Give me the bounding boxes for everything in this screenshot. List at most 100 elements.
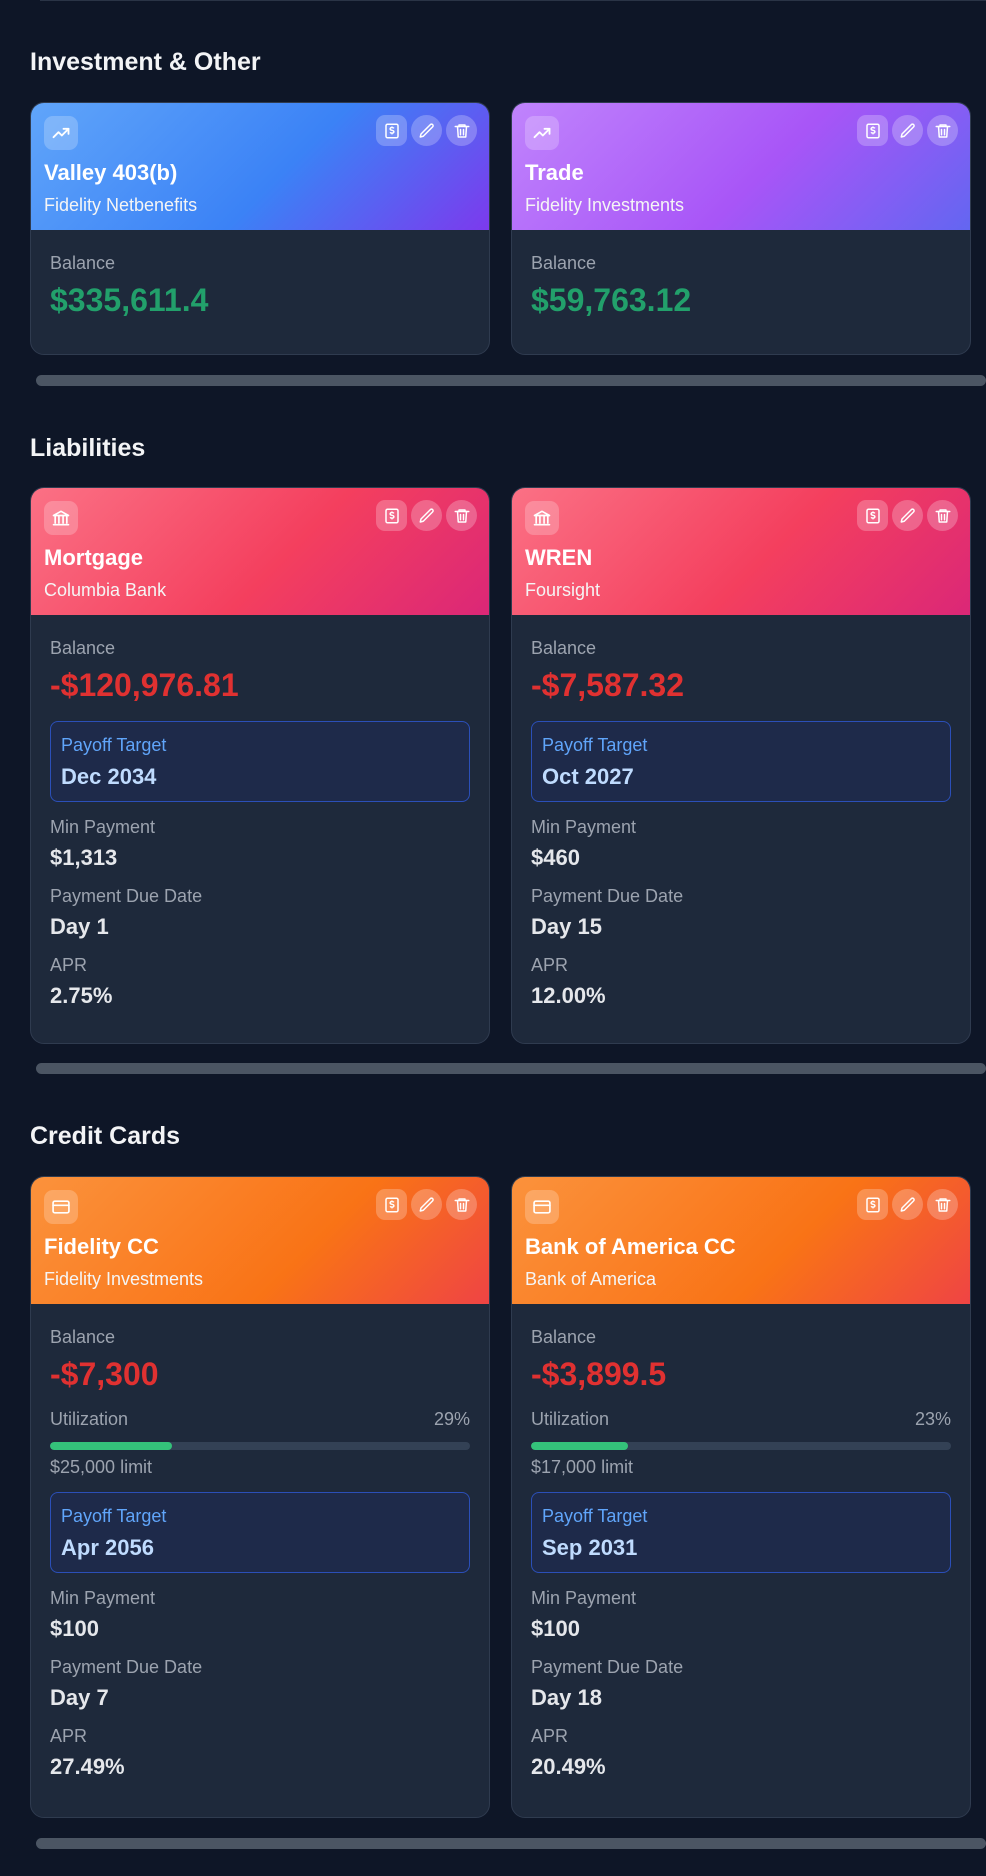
balance-label: Balance bbox=[531, 1327, 597, 1347]
credit-card-icon bbox=[525, 1190, 559, 1224]
apr-value: 12.00% bbox=[531, 983, 606, 1008]
due-date-value: Day 15 bbox=[531, 914, 602, 939]
account-institution: Fidelity Investments bbox=[44, 1269, 204, 1289]
payoff-label: Payoff Target bbox=[61, 735, 167, 755]
section-title: Credit Cards bbox=[30, 1122, 181, 1150]
payment-button[interactable] bbox=[376, 500, 407, 531]
min-payment-value: $100 bbox=[531, 1616, 580, 1641]
edit-button[interactable] bbox=[411, 1189, 442, 1220]
min-payment-value: $1,313 bbox=[50, 845, 118, 870]
payoff-label: Payoff Target bbox=[542, 735, 648, 755]
edit-button[interactable] bbox=[892, 115, 923, 146]
edit-button[interactable] bbox=[892, 500, 923, 531]
card-header: Valley 403(b) Fidelity Netbenefits bbox=[31, 103, 489, 230]
balance-value: -$7,587.32 bbox=[531, 667, 685, 703]
min-payment-value: $460 bbox=[531, 845, 580, 870]
payoff-label: Payoff Target bbox=[61, 1506, 167, 1526]
bank-icon bbox=[525, 501, 559, 535]
card-header: Trade Fidelity Investments bbox=[512, 103, 970, 230]
payment-button[interactable] bbox=[857, 1189, 888, 1220]
payoff-target: Payoff Target Apr 2056 bbox=[50, 1492, 470, 1573]
delete-button[interactable] bbox=[927, 500, 958, 531]
apr-label: APR bbox=[50, 1726, 88, 1746]
due-date-value: Day 18 bbox=[531, 1685, 602, 1710]
delete-button[interactable] bbox=[446, 115, 477, 146]
apr-label: APR bbox=[50, 955, 88, 975]
payment-button[interactable] bbox=[376, 1189, 407, 1220]
balance-value: -$7,300 bbox=[50, 1356, 159, 1392]
credit-card-icon bbox=[44, 1190, 78, 1224]
payment-button[interactable] bbox=[376, 115, 407, 146]
card-header: Bank of America CC Bank of America bbox=[512, 1177, 970, 1304]
due-date-value: Day 7 bbox=[50, 1685, 109, 1710]
balance-label: Balance bbox=[531, 253, 597, 273]
utilization-bar bbox=[50, 1442, 470, 1450]
delete-button[interactable] bbox=[446, 500, 477, 531]
utilization-bar-fill bbox=[50, 1442, 172, 1450]
utilization-label: Utilization bbox=[50, 1409, 129, 1429]
account-card[interactable]: Fidelity CC Fidelity Investments Balance… bbox=[30, 1176, 490, 1818]
balance-value: -$120,976.81 bbox=[50, 667, 239, 703]
payoff-value: Sep 2031 bbox=[542, 1535, 638, 1560]
bank-icon bbox=[44, 501, 78, 535]
utilization-label: Utilization bbox=[531, 1409, 610, 1429]
account-card[interactable]: Valley 403(b) Fidelity Netbenefits Balan… bbox=[30, 102, 490, 355]
due-date-label: Payment Due Date bbox=[531, 886, 684, 906]
delete-button[interactable] bbox=[927, 1189, 958, 1220]
horizontal-scrollbar[interactable] bbox=[36, 375, 986, 386]
payoff-value: Dec 2034 bbox=[61, 764, 157, 789]
payment-button[interactable] bbox=[857, 115, 888, 146]
account-name: Mortgage bbox=[44, 545, 143, 570]
balance-label: Balance bbox=[50, 253, 116, 273]
balance-value: $59,763.12 bbox=[531, 282, 692, 318]
account-institution: Fidelity Netbenefits bbox=[44, 195, 198, 215]
account-institution: Foursight bbox=[525, 580, 601, 600]
account-name: Fidelity CC bbox=[44, 1234, 159, 1259]
account-name: Trade bbox=[525, 160, 584, 185]
payoff-target: Payoff Target Oct 2027 bbox=[531, 721, 951, 802]
due-date-label: Payment Due Date bbox=[50, 886, 203, 906]
account-name: Bank of America CC bbox=[525, 1234, 736, 1259]
payoff-label: Payoff Target bbox=[542, 1506, 648, 1526]
account-card[interactable]: Mortgage Columbia Bank Balance -$120,976… bbox=[30, 487, 490, 1044]
credit-limit: $17,000 limit bbox=[531, 1457, 634, 1477]
edit-button[interactable] bbox=[411, 500, 442, 531]
horizontal-scrollbar[interactable] bbox=[36, 1063, 986, 1074]
utilization-percent: 23% bbox=[914, 1409, 951, 1429]
payoff-value: Apr 2056 bbox=[61, 1535, 154, 1560]
apr-value: 27.49% bbox=[50, 1754, 125, 1779]
min-payment-label: Min Payment bbox=[50, 1588, 156, 1608]
account-institution: Fidelity Investments bbox=[525, 195, 685, 215]
apr-value: 2.75% bbox=[50, 983, 113, 1008]
payment-button[interactable] bbox=[857, 500, 888, 531]
balance-value: $335,611.4 bbox=[50, 282, 209, 318]
utilization-bar-fill bbox=[531, 1442, 628, 1450]
payoff-value: Oct 2027 bbox=[542, 764, 634, 789]
due-date-label: Payment Due Date bbox=[531, 1657, 684, 1677]
balance-label: Balance bbox=[50, 638, 116, 658]
apr-label: APR bbox=[531, 1726, 569, 1746]
account-name: Valley 403(b) bbox=[44, 160, 178, 185]
utilization-bar bbox=[531, 1442, 951, 1450]
delete-button[interactable] bbox=[927, 115, 958, 146]
account-card[interactable]: Bank of America CC Bank of America Balan… bbox=[511, 1176, 971, 1818]
account-name: WREN bbox=[525, 545, 593, 570]
credit-limit: $25,000 limit bbox=[50, 1457, 153, 1477]
top-divider bbox=[40, 0, 986, 1]
delete-button[interactable] bbox=[446, 1189, 477, 1220]
trending-up-icon bbox=[525, 116, 559, 150]
due-date-value: Day 1 bbox=[50, 914, 109, 939]
horizontal-scrollbar[interactable] bbox=[36, 1838, 986, 1849]
card-header: Fidelity CC Fidelity Investments bbox=[31, 1177, 489, 1304]
min-payment-label: Min Payment bbox=[50, 817, 156, 837]
min-payment-label: Min Payment bbox=[531, 817, 637, 837]
edit-button[interactable] bbox=[892, 1189, 923, 1220]
account-institution: Bank of America bbox=[525, 1269, 657, 1289]
apr-label: APR bbox=[531, 955, 569, 975]
account-card[interactable]: WREN Foursight Balance -$7,587.32 Payoff… bbox=[511, 487, 971, 1044]
account-institution: Columbia Bank bbox=[44, 580, 167, 600]
account-card[interactable]: Trade Fidelity Investments Balance $59,7… bbox=[511, 102, 971, 355]
edit-button[interactable] bbox=[411, 115, 442, 146]
balance-value: -$3,899.5 bbox=[531, 1356, 667, 1392]
min-payment-value: $100 bbox=[50, 1616, 99, 1641]
